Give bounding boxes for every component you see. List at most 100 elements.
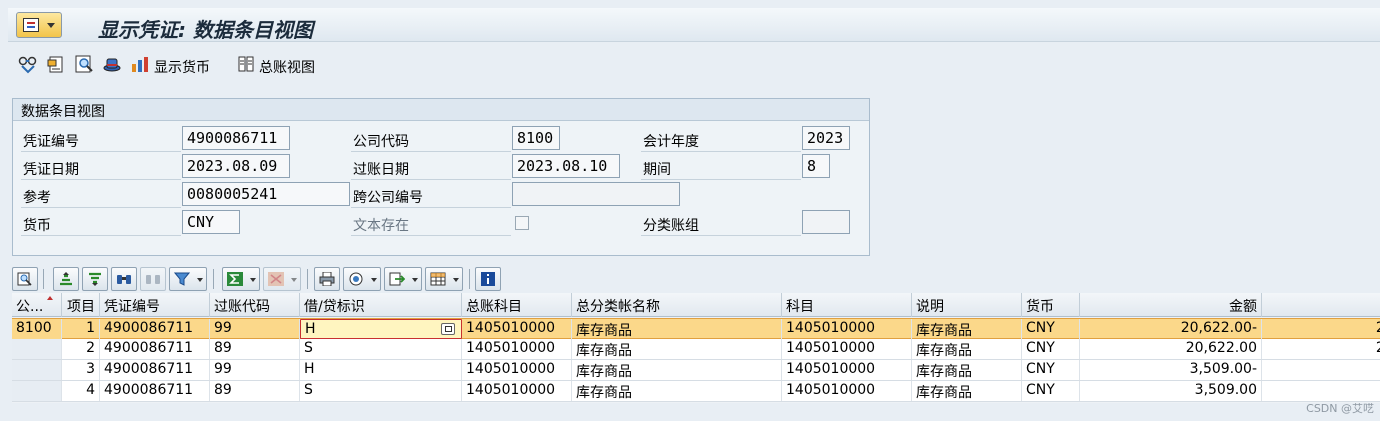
col-account-cell[interactable]: 1405010000 xyxy=(782,339,912,359)
find-button[interactable] xyxy=(111,267,137,291)
col-local-amount-cell[interactable]: 3,5 xyxy=(1262,360,1380,380)
col-gl-name-header[interactable]: 总分类帐名称 xyxy=(572,293,782,317)
col-account-cell[interactable]: 1405010000 xyxy=(782,319,912,339)
col-posting-key-cell[interactable]: 99 xyxy=(210,319,300,339)
col-currency-cell[interactable]: CNY xyxy=(1022,339,1080,359)
col-account-cell[interactable]: 1405010000 xyxy=(782,381,912,401)
col-posting-key-cell[interactable]: 89 xyxy=(210,339,300,359)
col-account-cell[interactable]: 1405010000 xyxy=(782,360,912,380)
col-local-amount-cell[interactable]: 20,6 xyxy=(1262,339,1380,359)
col-gl-account-cell[interactable]: 1405010000 xyxy=(462,360,572,380)
col-amount-cell[interactable]: 3,509.00- xyxy=(1080,360,1262,380)
company-code-field[interactable]: 8100 xyxy=(512,126,560,150)
posting-date-field[interactable]: 2023.08.10 xyxy=(512,154,620,178)
col-item-cell[interactable]: 4 xyxy=(62,381,100,401)
general-ledger-icon[interactable] xyxy=(236,54,256,74)
col-currency-cell[interactable]: CNY xyxy=(1022,360,1080,380)
gl-view-button[interactable]: 总账视图 xyxy=(259,57,315,77)
subtotal-button[interactable] xyxy=(263,267,301,291)
sort-ascending-button[interactable] xyxy=(53,267,79,291)
information-button[interactable] xyxy=(475,267,501,291)
doc-date-field[interactable]: 2023.08.09 xyxy=(182,154,290,178)
col-company-code-cell[interactable] xyxy=(12,381,62,401)
fiscal-year-field[interactable]: 2023 xyxy=(802,126,850,150)
col-gl-name-cell[interactable]: 库存商品 xyxy=(572,319,782,339)
col-posting-key-header[interactable]: 过账代码 xyxy=(210,293,300,317)
value-help-icon[interactable] xyxy=(441,323,455,335)
period-field[interactable]: 8 xyxy=(802,154,830,178)
col-item-cell[interactable]: 2 xyxy=(62,339,100,359)
table-row[interactable]: 8100 1 4900086711 99 H 1405010000 库存商品 14050100… xyxy=(12,318,1380,339)
col-item-cell[interactable]: 1 xyxy=(62,319,100,339)
col-amount-cell[interactable]: 20,622.00 xyxy=(1080,339,1262,359)
col-account-header[interactable]: 科目 xyxy=(782,293,912,317)
col-currency-cell[interactable]: CNY xyxy=(1022,319,1080,339)
hat-icon[interactable] xyxy=(102,54,122,74)
col-doc-number-cell[interactable]: 4900086711 xyxy=(100,360,210,380)
glasses-toggle-icon[interactable] xyxy=(18,54,38,74)
filter-button[interactable] xyxy=(169,267,207,291)
currency-icon[interactable] xyxy=(130,54,150,74)
col-amount-cell[interactable]: 3,509.00 xyxy=(1080,381,1262,401)
col-company-code-header[interactable]: 公... xyxy=(12,293,62,317)
col-gl-name-cell[interactable]: 库存商品 xyxy=(572,360,782,380)
col-gl-name-cell[interactable]: 库存商品 xyxy=(572,339,782,359)
table-row[interactable]: 2 4900086711 89 S 1405010000 库存商品 1405010000 库存… xyxy=(12,339,1380,360)
col-posting-key-cell[interactable]: 99 xyxy=(210,360,300,380)
ledger-group-field[interactable] xyxy=(802,210,850,234)
col-company-code-cell[interactable] xyxy=(12,360,62,380)
col-gl-account-header[interactable]: 总账科目 xyxy=(462,293,572,317)
col-amount-header[interactable]: 金额 xyxy=(1080,293,1262,317)
details-button[interactable] xyxy=(12,267,38,291)
total-button[interactable] xyxy=(222,267,260,291)
col-debit-credit-cell[interactable]: S xyxy=(300,381,462,401)
col-gl-account-cell[interactable]: 1405010000 xyxy=(462,381,572,401)
views-button[interactable] xyxy=(343,267,381,291)
col-doc-number-header[interactable]: 凭证编号 xyxy=(100,293,210,317)
col-gl-account-cell[interactable]: 1405010000 xyxy=(462,339,572,359)
layout-button[interactable] xyxy=(425,267,463,291)
col-local-amount-header[interactable]: 本 xyxy=(1262,293,1380,317)
col-description-header[interactable]: 说明 xyxy=(912,293,1022,317)
text-exists-checkbox[interactable] xyxy=(515,216,529,230)
print-button[interactable] xyxy=(314,267,340,291)
col-gl-name-cell[interactable]: 库存商品 xyxy=(572,381,782,401)
col-doc-number-cell[interactable]: 4900086711 xyxy=(100,319,210,339)
col-debit-credit-header[interactable]: 借/贷标识 xyxy=(300,293,462,317)
col-company-code-cell[interactable] xyxy=(12,339,62,359)
export-button[interactable] xyxy=(384,267,422,291)
table-row[interactable]: 4 4900086711 89 S 1405010000 库存商品 1405010000 库存… xyxy=(12,381,1380,402)
cell-value: H xyxy=(304,361,315,377)
col-item-header[interactable]: 项目 xyxy=(62,293,100,317)
col-debit-credit-cell[interactable]: S xyxy=(300,339,462,359)
col-currency-header[interactable]: 货币 xyxy=(1022,293,1080,317)
col-local-amount-cell[interactable]: 3,5 xyxy=(1262,381,1380,401)
currency-field[interactable]: CNY xyxy=(182,210,240,234)
col-description-cell[interactable]: 库存商品 xyxy=(912,360,1022,380)
col-amount-cell[interactable]: 20,622.00- xyxy=(1080,319,1262,339)
col-debit-credit-cell[interactable]: H xyxy=(300,360,462,380)
display-detail-icon[interactable] xyxy=(74,54,94,74)
col-description-cell[interactable]: 库存商品 xyxy=(912,319,1022,339)
col-debit-credit-cell[interactable]: H xyxy=(300,319,462,339)
sap-menu-button[interactable] xyxy=(16,12,62,38)
find-next-button[interactable] xyxy=(140,267,166,291)
col-gl-account-cell[interactable]: 1405010000 xyxy=(462,319,572,339)
col-local-amount-cell[interactable]: 20,6 xyxy=(1262,319,1380,339)
cross-company-field[interactable] xyxy=(512,182,680,206)
col-posting-key-cell[interactable]: 89 xyxy=(210,381,300,401)
col-description-cell[interactable]: 库存商品 xyxy=(912,339,1022,359)
document-header-icon[interactable] xyxy=(46,54,66,74)
col-company-code-cell[interactable]: 8100 xyxy=(12,319,62,339)
sort-descending-button[interactable] xyxy=(82,267,108,291)
col-doc-number-cell[interactable]: 4900086711 xyxy=(100,339,210,359)
display-currency-button[interactable]: 显示货币 xyxy=(154,57,210,77)
reference-field[interactable]: 0080005241 xyxy=(182,182,350,206)
cell-value: 1405010000 xyxy=(786,382,876,398)
doc-number-field[interactable]: 4900086711 xyxy=(182,126,290,150)
col-doc-number-cell[interactable]: 4900086711 xyxy=(100,381,210,401)
table-row[interactable]: 3 4900086711 99 H 1405010000 库存商品 1405010000 库存… xyxy=(12,360,1380,381)
col-item-cell[interactable]: 3 xyxy=(62,360,100,380)
col-currency-cell[interactable]: CNY xyxy=(1022,381,1080,401)
col-description-cell[interactable]: 库存商品 xyxy=(912,381,1022,401)
